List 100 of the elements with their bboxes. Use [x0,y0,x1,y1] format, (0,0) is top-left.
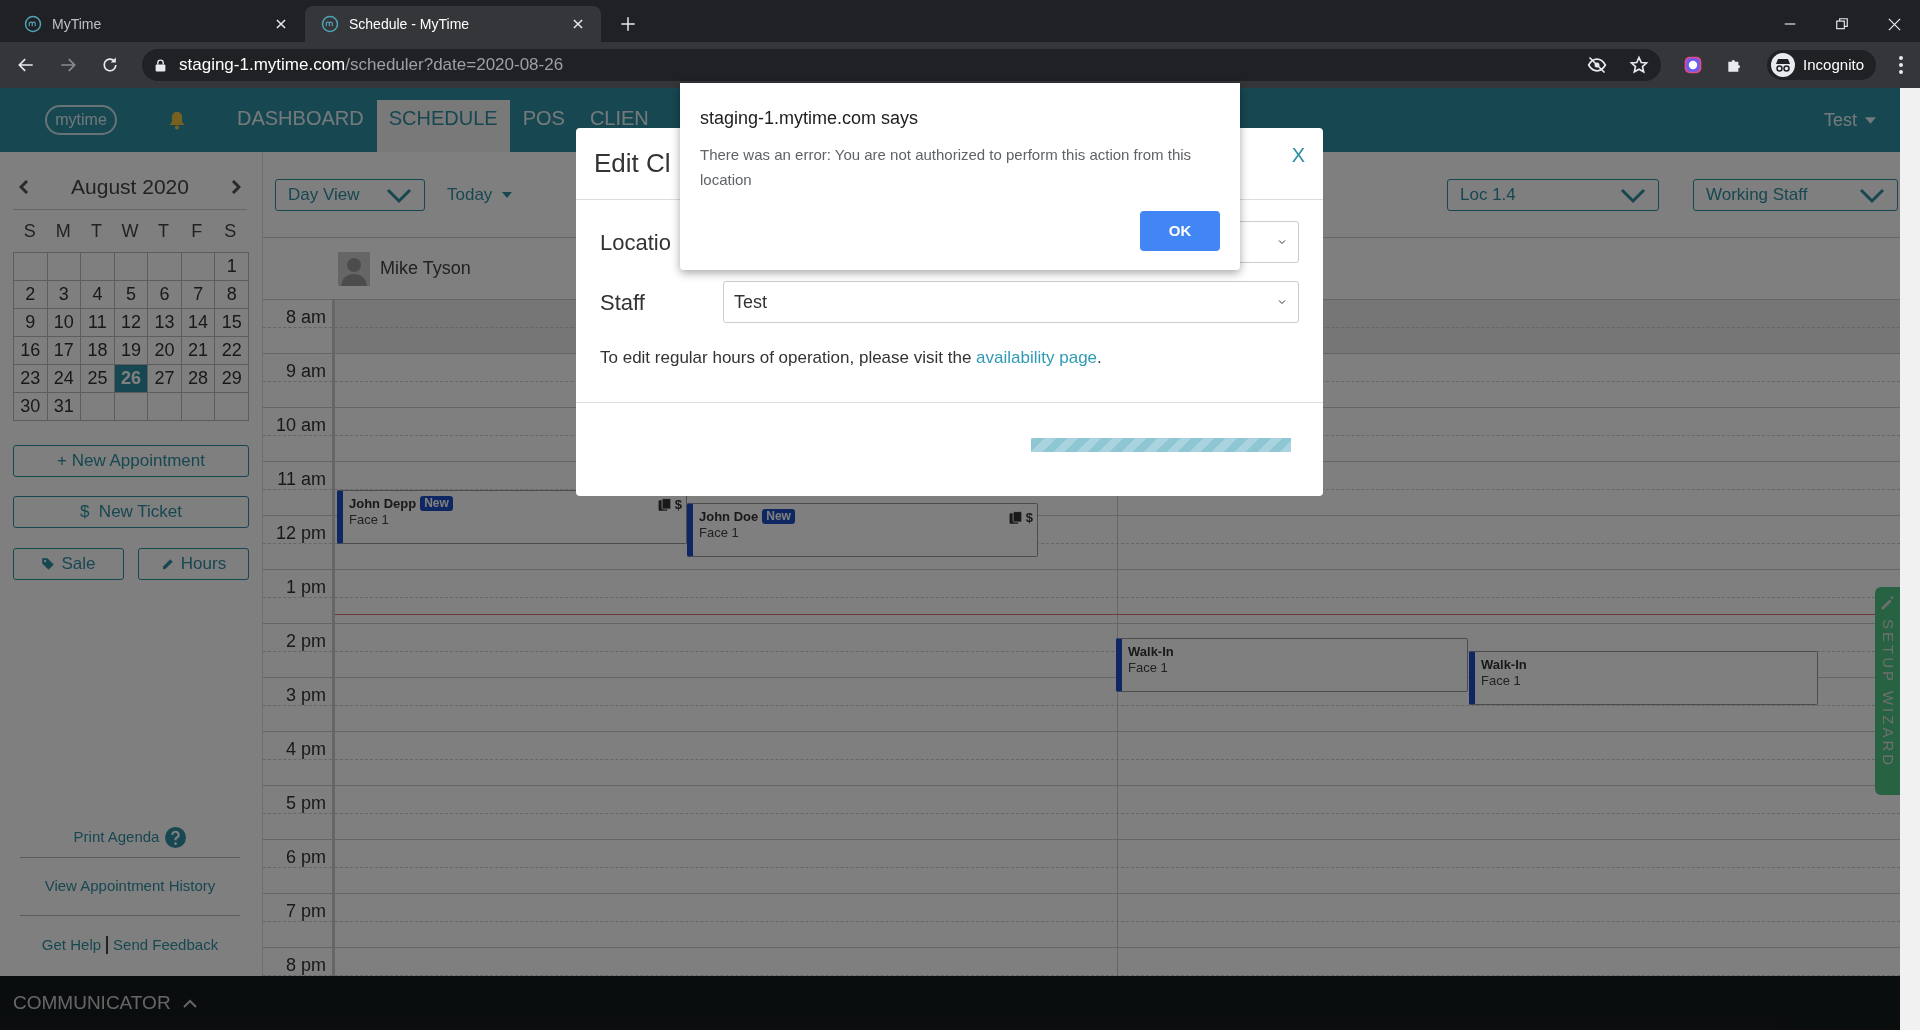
time-label: 2 pm [285,630,326,653]
close-button[interactable]: X [1291,140,1305,170]
weekday-label: M [54,219,72,243]
calendar-day[interactable]: 24 [47,365,82,393]
appointment-card[interactable]: John Doe New Face 1 $ [687,503,1038,557]
appointment-history-link[interactable]: View Appointment History [44,875,216,898]
client-name: John Doe [699,508,759,526]
calendar-day[interactable]: 11 [81,309,115,337]
browser-tab[interactable]: Schedule - MyTime [305,6,601,42]
calendar-day[interactable]: 31 [47,393,82,421]
time-label: 1 pm [285,576,326,599]
availability-link[interactable]: availability page [976,348,1098,367]
profile-button[interactable]: Incognito [1767,50,1876,80]
calendar-day[interactable]: 10 [47,309,82,337]
time-label: 6 pm [285,846,326,869]
service-name: Face 1 [1481,674,1522,687]
time-label: 12 pm [275,522,326,545]
extension-icon[interactable] [1683,55,1704,75]
calendar-day[interactable]: 28 [181,365,216,393]
reload-icon[interactable] [100,55,120,75]
eye-off-icon[interactable] [1587,55,1608,75]
appointment-card[interactable]: Walk-In Face 1 [1469,651,1818,705]
dialog-title: Edit Cl [594,147,671,180]
new-tab-icon[interactable] [619,15,637,33]
today-button[interactable]: Today [447,181,513,208]
calendar-day[interactable]: 12 [114,309,149,337]
new-appointment-button[interactable]: + New Appointment [13,445,249,477]
url-text: staging-1.mytime.com/scheduler?date=2020-08-26 [179,54,564,77]
nav-tab[interactable]: SCHEDULE [376,100,510,152]
calendar-day[interactable]: 9 [14,309,48,337]
calendar-day[interactable]: 20 [148,337,182,365]
close-icon[interactable] [571,17,585,31]
help-link[interactable]: Get Help [41,933,102,957]
calendar-day[interactable]: 25 [81,365,115,393]
user-menu[interactable]: Test [1824,106,1876,134]
star-icon[interactable] [1629,55,1650,75]
lock-icon [154,57,167,73]
calendar-day[interactable]: 29 [215,365,249,393]
calendar-day[interactable]: 4 [81,281,115,309]
time-label: 7 pm [285,900,326,923]
calendar-day[interactable]: 16 [14,337,48,365]
help-link[interactable]: Send Feedback [113,933,219,957]
nav-tab[interactable]: POS [510,100,577,152]
more-icon[interactable] [1898,55,1904,75]
previous-month-icon[interactable] [19,179,29,194]
calendar-day[interactable]: 30 [14,393,48,421]
empty-day-cell [114,393,149,421]
calendar-day[interactable]: 27 [148,365,182,393]
scrollbar[interactable] [1900,88,1920,1030]
new-badge: New [420,496,453,512]
calendar-day[interactable]: 22 [215,337,249,365]
time-label: 5 pm [285,792,326,815]
alert-title: staging-1.mytime.com says [700,107,920,130]
address-bar[interactable]: staging-1.mytime.com/scheduler?date=2020-08-26 [142,49,1662,81]
weekday-label: S [22,219,37,243]
calendar-day[interactable]: 8 [215,281,249,309]
tag-icon [41,557,56,571]
calendar-day[interactable]: 13 [148,309,182,337]
tab-title: MyTime [52,14,103,34]
client-name: Walk-In [1128,643,1174,661]
calendar-day[interactable]: 14 [181,309,216,337]
calendar-day[interactable]: 17 [47,337,82,365]
next-month-icon[interactable] [231,179,241,194]
avatar-icon [338,251,370,286]
calendar-day[interactable]: 7 [181,281,216,309]
nav-tab[interactable]: DASHBOARD [225,100,376,152]
appointment-card[interactable]: Walk-In Face 1 [1116,638,1468,692]
print-agenda-link[interactable]: Print Agenda [73,826,160,849]
calendar-day[interactable]: 5 [114,281,149,309]
calendar-day[interactable]: 3 [47,281,82,309]
calendar-day[interactable]: 21 [181,337,216,365]
help-icon[interactable] [165,827,187,848]
price-mark: $ [674,496,682,514]
wand-icon [1879,595,1896,611]
calendar-day[interactable]: 18 [81,337,115,365]
new-ticket-button[interactable]: $ New Ticket [13,496,249,528]
sale-button[interactable]: Sale [13,548,124,580]
communicator-bar[interactable]: COMMUNICATOR [0,976,1900,1030]
wizard-label: SETUP WIZARD [1878,619,1898,769]
restore-icon[interactable] [1835,17,1849,31]
calendar-day[interactable]: 2 [14,281,48,309]
caret-icon [1865,116,1876,124]
view-select[interactable]: Day View [275,178,425,211]
appointment-card[interactable]: John Depp New Face 1 $ [337,490,687,544]
hours-button[interactable]: Hours [138,548,249,580]
client-name: Walk-In [1481,656,1527,674]
calendar-day[interactable]: 23 [14,365,48,393]
ok-button[interactable]: OK [1140,211,1220,251]
communicator-label: COMMUNICATOR [13,990,171,1015]
close-icon[interactable] [274,17,288,31]
location-select[interactable]: Loc 1.4 [1447,178,1659,211]
close-icon[interactable] [1887,16,1902,32]
calendar-day[interactable]: 15 [215,309,249,337]
time-label: 10 am [275,414,326,437]
staff-filter-select[interactable]: Working Staff [1693,178,1898,211]
browser-tab[interactable]: MyTime [8,6,304,42]
calendar-day[interactable]: 1 [215,253,249,281]
staff-select[interactable]: Test [723,281,1299,323]
calendar-day[interactable]: 26 [114,365,149,393]
calendar-day[interactable]: 6 [148,281,182,309]
